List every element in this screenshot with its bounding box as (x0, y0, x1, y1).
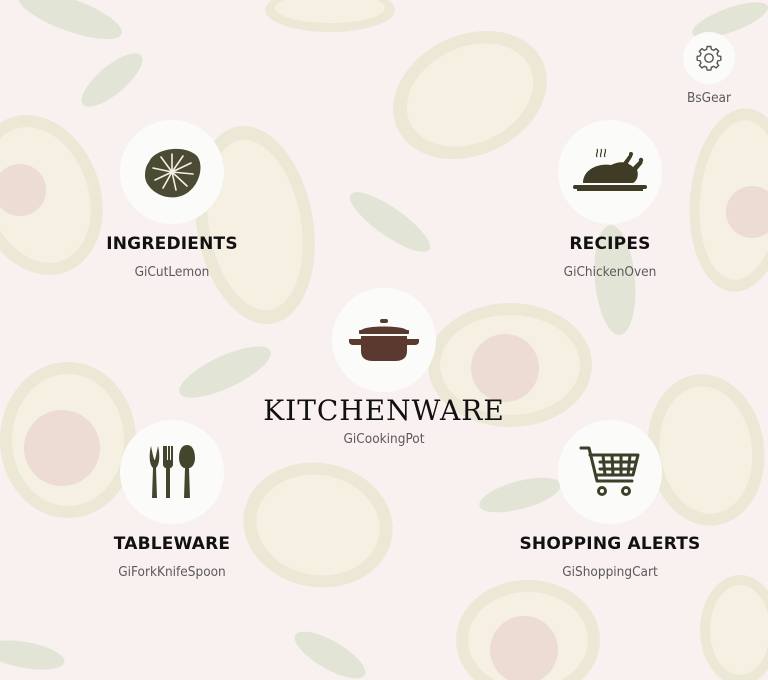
settings-icon-circle[interactable] (683, 32, 735, 84)
recipes-icon-circle[interactable] (558, 120, 662, 224)
tableware-tile[interactable]: TABLEWARE GiForkKnifeSpoon (92, 420, 252, 580)
gear-icon (696, 45, 722, 71)
kitchenware-title: KITCHENWARE (263, 394, 505, 427)
settings-button[interactable]: BsGear (678, 32, 740, 106)
shopping-alerts-title: SHOPPING ALERTS (519, 534, 701, 554)
kitchenware-tile[interactable]: KITCHENWARE GiCookingPot (259, 288, 509, 447)
shopping-alerts-icon-circle[interactable] (558, 420, 662, 524)
recipes-title: RECIPES (569, 234, 651, 254)
kitchenware-icon-circle[interactable] (332, 288, 436, 392)
kitchenware-icon-label: GiCookingPot (343, 431, 425, 447)
tableware-title: TABLEWARE (113, 534, 231, 554)
settings-icon-label: BsGear (687, 90, 731, 106)
shopping-cart-icon (579, 446, 640, 496)
ingredients-tile[interactable]: INGREDIENTS GiCutLemon (92, 120, 252, 280)
shopping-alerts-icon-label: GiShoppingCart (562, 564, 658, 580)
ingredients-icon-label: GiCutLemon (134, 264, 210, 280)
recipes-tile[interactable]: RECIPES GiChickenOven (530, 120, 690, 280)
fork-knife-spoon-icon (149, 445, 195, 498)
recipes-icon-label: GiChickenOven (563, 264, 657, 280)
cut-lemon-icon (145, 148, 201, 198)
tableware-icon-label: GiForkKnifeSpoon (118, 564, 226, 580)
shopping-alerts-tile[interactable]: SHOPPING ALERTS GiShoppingCart (510, 420, 710, 580)
chicken-oven-icon (573, 148, 647, 191)
ingredients-icon-circle[interactable] (120, 120, 224, 224)
ingredients-title: INGREDIENTS (106, 234, 238, 254)
tableware-icon-circle[interactable] (120, 420, 224, 524)
cooking-pot-icon (349, 319, 419, 361)
